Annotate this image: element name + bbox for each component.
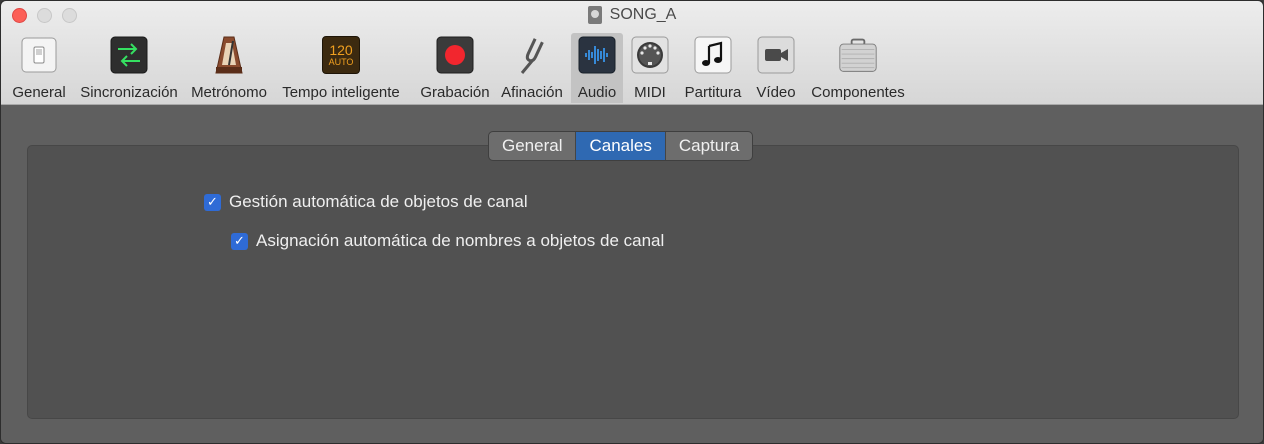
smart-tempo-mode: AUTO bbox=[328, 56, 354, 67]
music-note-icon bbox=[693, 35, 733, 75]
toolbar-item-label: Partitura bbox=[684, 84, 742, 101]
preferences-window: SONG_A General Sincronización Metrónomo … bbox=[0, 0, 1264, 444]
tuning-fork-icon bbox=[512, 35, 552, 75]
toolbar-item-label: Grabación bbox=[420, 84, 490, 101]
briefcase-icon bbox=[838, 35, 878, 75]
document-icon bbox=[587, 6, 602, 24]
midi-connector-icon bbox=[630, 35, 670, 75]
toolbar-item-audio[interactable]: Audio bbox=[571, 33, 623, 103]
switch-icon bbox=[19, 35, 59, 75]
toolbar-item-components[interactable]: Componentes bbox=[807, 33, 909, 103]
channels-panel: ✓ Gestión automática de objetos de canal… bbox=[27, 145, 1239, 419]
toolbar-item-label: MIDI bbox=[634, 84, 666, 101]
tab-channels[interactable]: Canales bbox=[576, 132, 666, 160]
smart-tempo-bpm: 120 bbox=[329, 41, 353, 58]
audio-tabs: General Canales Captura bbox=[488, 131, 754, 161]
toolbar-item-label: General bbox=[12, 84, 66, 101]
record-icon bbox=[435, 35, 475, 75]
tab-general[interactable]: General bbox=[489, 132, 577, 160]
toolbar-item-label: Audio bbox=[577, 84, 617, 101]
toolbar-item-label: Vídeo bbox=[756, 84, 796, 101]
toolbar-item-general[interactable]: General bbox=[7, 33, 71, 103]
toolbar-item-metronome[interactable]: Metrónomo bbox=[188, 33, 270, 103]
toolbar-item-label: Tempo inteligente bbox=[282, 84, 400, 101]
audio-waveform-icon bbox=[577, 35, 617, 75]
metronome-icon bbox=[209, 35, 249, 75]
smart-tempo-icon: 120 AUTO bbox=[321, 35, 361, 75]
toolbar-item-recording[interactable]: Grabación bbox=[413, 33, 497, 103]
toolbar-item-tuning[interactable]: Afinación bbox=[497, 33, 567, 103]
toolbar-item-score[interactable]: Partitura bbox=[681, 33, 745, 103]
auto-naming-checkbox[interactable]: ✓ bbox=[231, 232, 248, 250]
toolbar-item-video[interactable]: Vídeo bbox=[752, 33, 800, 103]
toolbar-item-smart-tempo[interactable]: 120 AUTO Tempo inteligente bbox=[278, 33, 404, 103]
auto-naming-label: Asignación automática de nombres a objet… bbox=[256, 231, 665, 250]
auto-channel-strip-checkbox[interactable]: ✓ bbox=[204, 193, 221, 211]
tab-capture[interactable]: Captura bbox=[666, 132, 752, 160]
preferences-content: ✓ Gestión automática de objetos de canal… bbox=[1, 105, 1263, 443]
auto-channel-strip-option[interactable]: ✓ Gestión automática de objetos de canal bbox=[204, 192, 528, 212]
sync-arrows-icon bbox=[109, 35, 149, 75]
title-bar: SONG_A General Sincronización Metrónomo … bbox=[1, 1, 1263, 105]
window-title-area: SONG_A bbox=[1, 6, 1263, 24]
auto-naming-option[interactable]: ✓ Asignación automática de nombres a obj… bbox=[231, 231, 664, 251]
toolbar-item-label: Afinación bbox=[501, 84, 563, 101]
video-camera-icon bbox=[756, 35, 796, 75]
toolbar-item-label: Metrónomo bbox=[191, 84, 267, 101]
toolbar-item-sync[interactable]: Sincronización bbox=[73, 33, 185, 103]
toolbar-item-label: Sincronización bbox=[80, 84, 178, 101]
window-title: SONG_A bbox=[609, 6, 677, 23]
toolbar-item-midi[interactable]: MIDI bbox=[629, 33, 671, 103]
auto-channel-strip-label: Gestión automática de objetos de canal bbox=[229, 192, 528, 211]
toolbar-item-label: Componentes bbox=[811, 84, 905, 101]
